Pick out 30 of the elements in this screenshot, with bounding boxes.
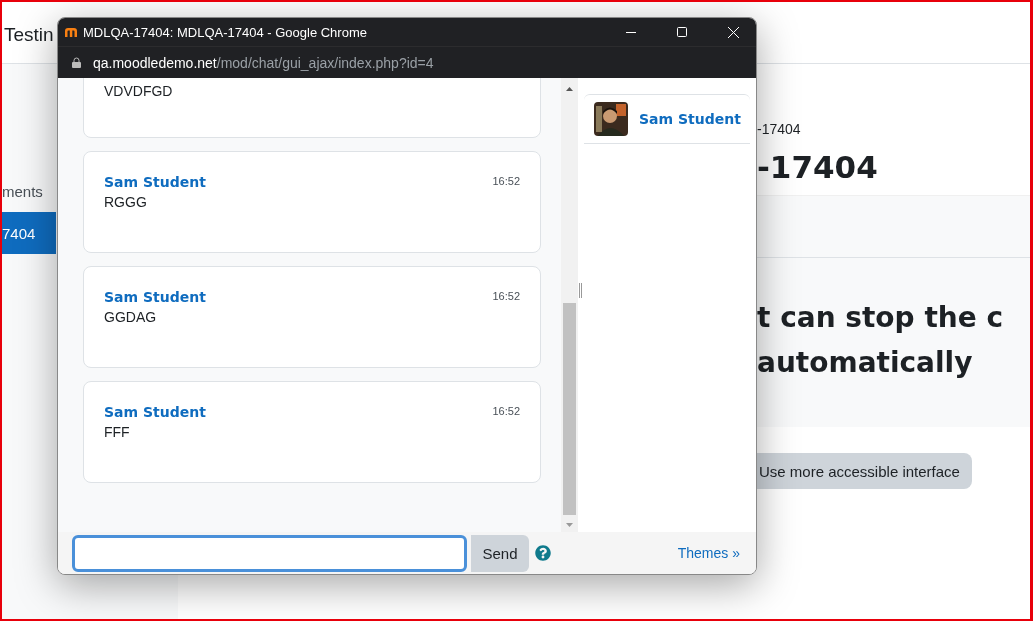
sender-name[interactable]: Sam Student xyxy=(104,289,206,305)
lock-icon xyxy=(72,57,81,68)
help-icon[interactable] xyxy=(535,545,551,561)
page-heading: -17404 xyxy=(757,149,879,185)
banner-text: automatically xyxy=(757,345,974,381)
resize-handle[interactable] xyxy=(579,283,582,298)
send-button[interactable]: Send xyxy=(471,534,529,572)
message-time: 16:52 xyxy=(492,290,520,302)
window-title: MDLQA-17404: MDLQA-17404 - Google Chrome xyxy=(83,24,368,40)
maximize-icon xyxy=(677,27,687,37)
message-input[interactable] xyxy=(72,534,467,572)
close-icon xyxy=(727,26,739,38)
scrollbar[interactable] xyxy=(561,78,578,532)
themes-link[interactable]: Themes » xyxy=(677,545,740,561)
message-time: 16:52 xyxy=(492,405,520,417)
nav-item[interactable]: ments xyxy=(2,170,56,212)
nav-item[interactable]: 7404 xyxy=(2,212,56,254)
user-name[interactable]: Sam Student xyxy=(639,111,741,127)
message-text: FFF xyxy=(104,424,130,440)
message-text: RGGG xyxy=(104,194,147,210)
banner-text: t can stop the c xyxy=(757,300,1005,336)
message-time: 16:52 xyxy=(492,175,520,187)
breadcrumb: -17404 xyxy=(757,121,802,137)
site-title: Testin xyxy=(4,22,54,46)
accessible-interface-button[interactable]: Use more accessible interface xyxy=(757,453,972,489)
logo-icon xyxy=(64,27,78,37)
message-text: GGDAG xyxy=(104,309,157,325)
sender-name[interactable]: Sam Student xyxy=(104,404,206,420)
sender-name[interactable]: Sam Student xyxy=(104,174,206,190)
message-text: VDVDFGD xyxy=(104,83,173,99)
